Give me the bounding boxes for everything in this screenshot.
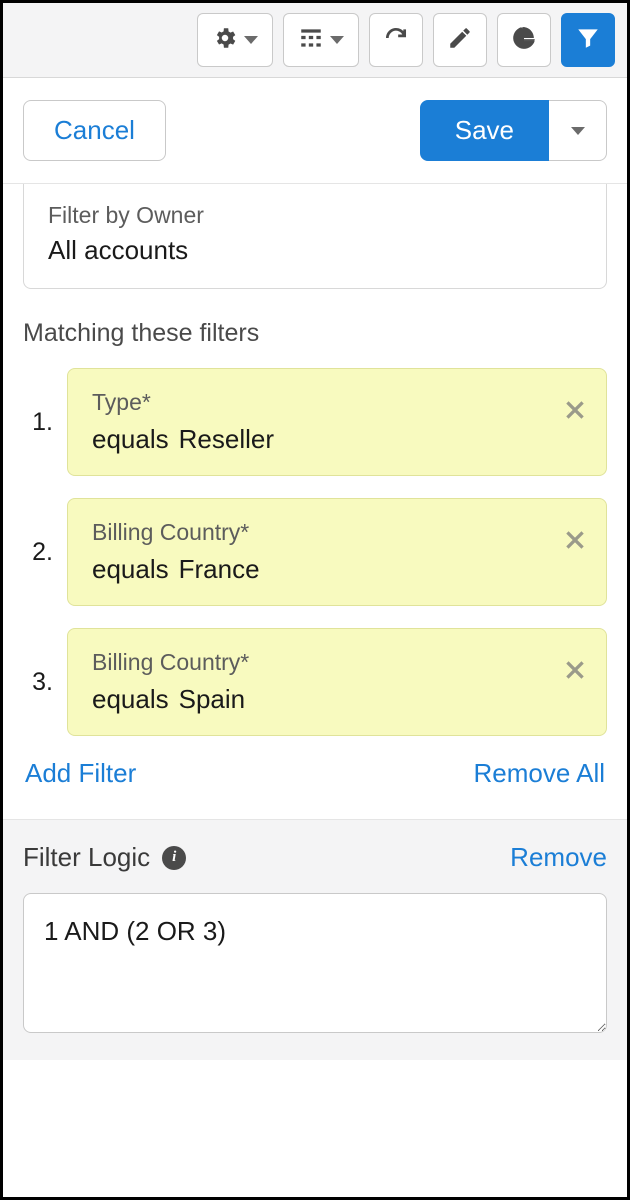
filter-field-label: Billing Country*	[92, 519, 582, 546]
filter-row: 3. Billing Country* equalsSpain	[23, 628, 607, 736]
close-icon	[562, 670, 588, 687]
filter-number: 2.	[23, 538, 53, 567]
filter-number: 3.	[23, 668, 53, 697]
refresh-button[interactable]	[369, 13, 423, 67]
filter-logic-input[interactable]	[23, 893, 607, 1033]
info-icon[interactable]: i	[162, 846, 186, 870]
edit-button[interactable]	[433, 13, 487, 67]
filter-button[interactable]	[561, 13, 615, 67]
table-view-button[interactable]	[283, 13, 359, 67]
filter-logic-header: Filter Logic i Remove	[23, 842, 607, 873]
save-button[interactable]: Save	[420, 100, 549, 161]
owner-value: All accounts	[48, 235, 582, 266]
filter-row: 2. Billing Country* equalsFrance	[23, 498, 607, 606]
filter-condition: equalsReseller	[92, 424, 582, 455]
funnel-icon	[575, 25, 601, 56]
refresh-icon	[383, 25, 409, 56]
filter-row: 1. Type* equalsReseller	[23, 368, 607, 476]
save-button-group: Save	[420, 100, 607, 161]
chevron-down-icon	[571, 127, 585, 135]
pencil-icon	[447, 25, 473, 56]
toolbar	[3, 3, 627, 78]
save-dropdown-button[interactable]	[549, 100, 607, 161]
owner-label: Filter by Owner	[48, 202, 582, 229]
remove-filter-button[interactable]	[562, 657, 588, 688]
remove-filter-button[interactable]	[562, 527, 588, 558]
filter-card[interactable]: Type* equalsReseller	[67, 368, 607, 476]
add-filter-link[interactable]: Add Filter	[25, 758, 136, 789]
filter-card[interactable]: Billing Country* equalsSpain	[67, 628, 607, 736]
remove-logic-link[interactable]: Remove	[510, 842, 607, 873]
cancel-button[interactable]: Cancel	[23, 100, 166, 161]
remove-all-link[interactable]: Remove All	[474, 758, 606, 789]
pie-chart-icon	[511, 25, 537, 56]
gear-icon	[212, 25, 238, 56]
filter-field-label: Billing Country*	[92, 649, 582, 676]
close-icon	[562, 540, 588, 557]
table-icon	[298, 25, 324, 56]
filter-number: 1.	[23, 408, 53, 437]
matching-filters-heading: Matching these filters	[23, 319, 607, 348]
settings-button[interactable]	[197, 13, 273, 67]
chart-button[interactable]	[497, 13, 551, 67]
filter-card[interactable]: Billing Country* equalsFrance	[67, 498, 607, 606]
chevron-down-icon	[330, 36, 344, 44]
remove-filter-button[interactable]	[562, 397, 588, 428]
action-bar: Cancel Save	[3, 78, 627, 184]
filter-logic-section: Filter Logic i Remove	[3, 819, 627, 1060]
close-icon	[562, 410, 588, 427]
filter-condition: equalsFrance	[92, 554, 582, 585]
filter-field-label: Type*	[92, 389, 582, 416]
chevron-down-icon	[244, 36, 258, 44]
filter-actions: Add Filter Remove All	[23, 758, 607, 789]
filter-by-owner-box[interactable]: Filter by Owner All accounts	[23, 184, 607, 289]
filter-condition: equalsSpain	[92, 684, 582, 715]
filter-panel: Filter by Owner All accounts Matching th…	[3, 184, 627, 1080]
filter-logic-title: Filter Logic i	[23, 842, 186, 873]
